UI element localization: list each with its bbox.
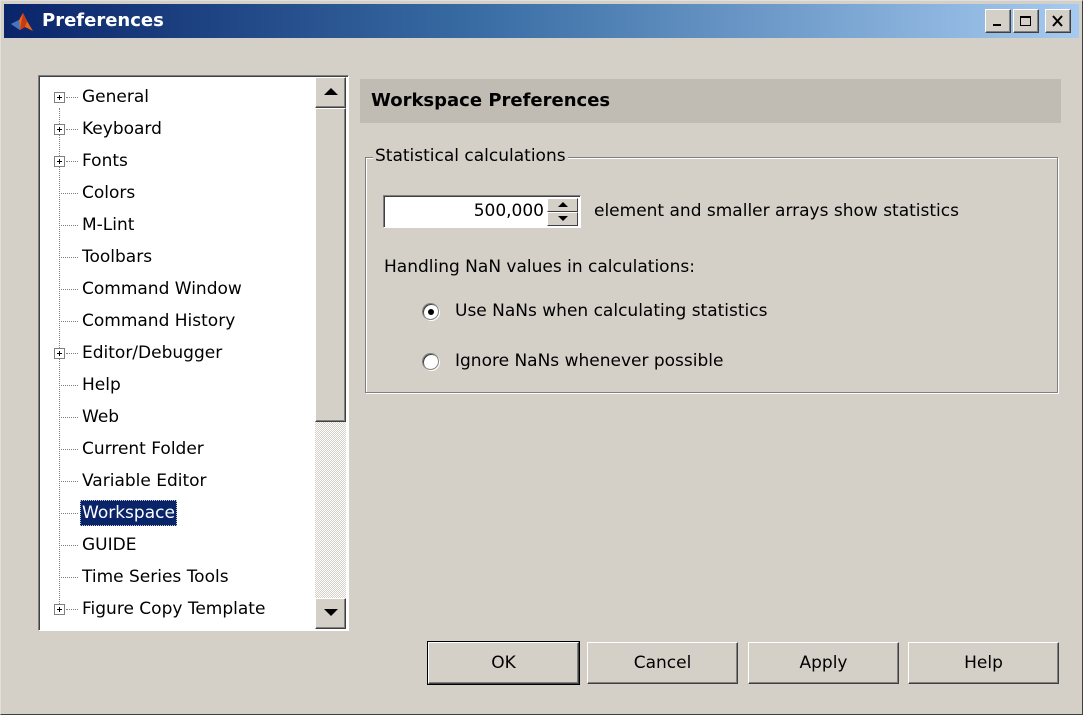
tree-item-label: Editor/Debugger — [82, 343, 223, 363]
tree-connector — [66, 97, 78, 98]
tree-connector — [59, 545, 78, 546]
section-title: Workspace Preferences — [371, 90, 611, 111]
groupbox-title: Statistical calculations — [373, 146, 568, 166]
tree-item-label: Workspace — [80, 500, 177, 526]
tree-item-label: General — [82, 87, 149, 107]
arrow-up-icon — [558, 202, 568, 207]
ok-button[interactable]: OK — [427, 641, 580, 685]
preferences-window: Preferences General Keyboard Fonts Colors M-… — [0, 0, 1083, 715]
tree-connector — [59, 417, 78, 418]
tree-item-m-lint[interactable]: M-Lint — [39, 209, 315, 241]
tree-item-label: Command History — [82, 311, 236, 331]
minimize-icon — [993, 24, 1001, 26]
close-icon — [1052, 15, 1063, 27]
scroll-thumb[interactable] — [315, 108, 346, 422]
tree-connector — [59, 289, 78, 290]
scroll-down-button[interactable] — [315, 598, 346, 629]
tree-item-general[interactable]: General — [39, 81, 315, 113]
expand-plus-icon[interactable] — [54, 92, 65, 103]
array-size-value[interactable]: 500,000 — [474, 201, 544, 221]
tree-item-label: Fonts — [82, 151, 128, 171]
tree-item-label: Web — [82, 407, 120, 427]
array-size-spinner[interactable]: 500,000 — [383, 195, 581, 228]
tree-item-editor-debugger[interactable]: Editor/Debugger — [39, 337, 315, 369]
tree-item-guide[interactable]: GUIDE — [39, 529, 315, 561]
tree-item-command-history[interactable]: Command History — [39, 305, 315, 337]
use-nans-label[interactable]: Use NaNs when calculating statistics — [455, 301, 767, 321]
tree-item-current-folder[interactable]: Current Folder — [39, 433, 315, 465]
tree-connector — [66, 609, 78, 610]
ignore-nans-radio[interactable] — [422, 353, 439, 370]
tree-connector — [59, 321, 78, 322]
title-bar[interactable]: Preferences — [4, 4, 1079, 38]
tree-item-command-window[interactable]: Command Window — [39, 273, 315, 305]
tree-item-web[interactable]: Web — [39, 401, 315, 433]
tree-item-label: Variable Editor — [82, 471, 207, 491]
tree-item-label: M-Lint — [82, 215, 135, 235]
tree-item-colors[interactable]: Colors — [39, 177, 315, 209]
tree-item-figure-copy-template[interactable]: Figure Copy Template — [39, 593, 315, 625]
tree-item-label: GUIDE — [82, 535, 137, 555]
tree-connector — [59, 513, 78, 514]
tree-item-toolbars[interactable]: Toolbars — [39, 241, 315, 273]
tree-item-label: Toolbars — [82, 247, 153, 267]
tree-item-label: Current Folder — [82, 439, 204, 459]
help-button[interactable]: Help — [908, 642, 1059, 684]
tree-item-label: Keyboard — [82, 119, 162, 139]
tree-item-label: Colors — [82, 183, 136, 203]
spinner-down-button[interactable] — [547, 212, 578, 226]
tree-scrollbar[interactable] — [315, 77, 346, 629]
window-title: Preferences — [42, 10, 164, 31]
apply-button[interactable]: Apply — [748, 642, 899, 684]
tree-connector — [59, 577, 78, 578]
section-header: Workspace Preferences — [360, 79, 1061, 123]
maximize-icon — [1020, 16, 1031, 26]
tree-item-keyboard[interactable]: Keyboard — [39, 113, 315, 145]
preferences-tree[interactable]: General Keyboard Fonts Colors M-Lint Toolbars… — [38, 75, 349, 631]
expand-plus-icon[interactable] — [54, 156, 65, 167]
tree-item-help[interactable]: Help — [39, 369, 315, 401]
use-nans-radio[interactable] — [422, 303, 439, 320]
tree-item-label: Figure Copy Template — [82, 599, 266, 619]
tree-item-workspace[interactable]: Workspace — [39, 497, 315, 529]
tree-connector — [66, 353, 78, 354]
tree-connector — [59, 385, 78, 386]
tree-item-label: Help — [82, 375, 121, 395]
expand-plus-icon[interactable] — [54, 348, 65, 359]
array-size-description: element and smaller arrays show statisti… — [594, 201, 959, 221]
tree-connector — [66, 129, 78, 130]
tree-connector — [59, 257, 78, 258]
minimize-button[interactable] — [985, 9, 1011, 33]
spinner-up-button[interactable] — [547, 198, 578, 212]
arrow-up-icon — [324, 88, 338, 95]
tree-item-label: Command Window — [82, 279, 242, 299]
tree-connector — [66, 161, 78, 162]
tree-item-variable-editor[interactable]: Variable Editor — [39, 465, 315, 497]
nan-handling-label: Handling NaN values in calculations: — [384, 257, 695, 277]
tree-connector — [59, 225, 78, 226]
arrow-down-icon — [324, 609, 338, 616]
matlab-logo-icon — [11, 13, 33, 31]
tree-connector — [59, 449, 78, 450]
expand-plus-icon[interactable] — [54, 124, 65, 135]
expand-plus-icon[interactable] — [54, 604, 65, 615]
ignore-nans-label[interactable]: Ignore NaNs whenever possible — [455, 351, 723, 371]
cancel-button[interactable]: Cancel — [587, 642, 738, 684]
close-button[interactable] — [1045, 9, 1071, 33]
maximize-button[interactable] — [1013, 9, 1039, 33]
tree-item-label: Time Series Tools — [82, 567, 229, 587]
scroll-up-button[interactable] — [315, 77, 346, 108]
tree-item-fonts[interactable]: Fonts — [39, 145, 315, 177]
arrow-down-icon — [558, 216, 568, 221]
tree-connector — [59, 193, 78, 194]
tree-connector — [59, 481, 78, 482]
tree-item-time-series-tools[interactable]: Time Series Tools — [39, 561, 315, 593]
